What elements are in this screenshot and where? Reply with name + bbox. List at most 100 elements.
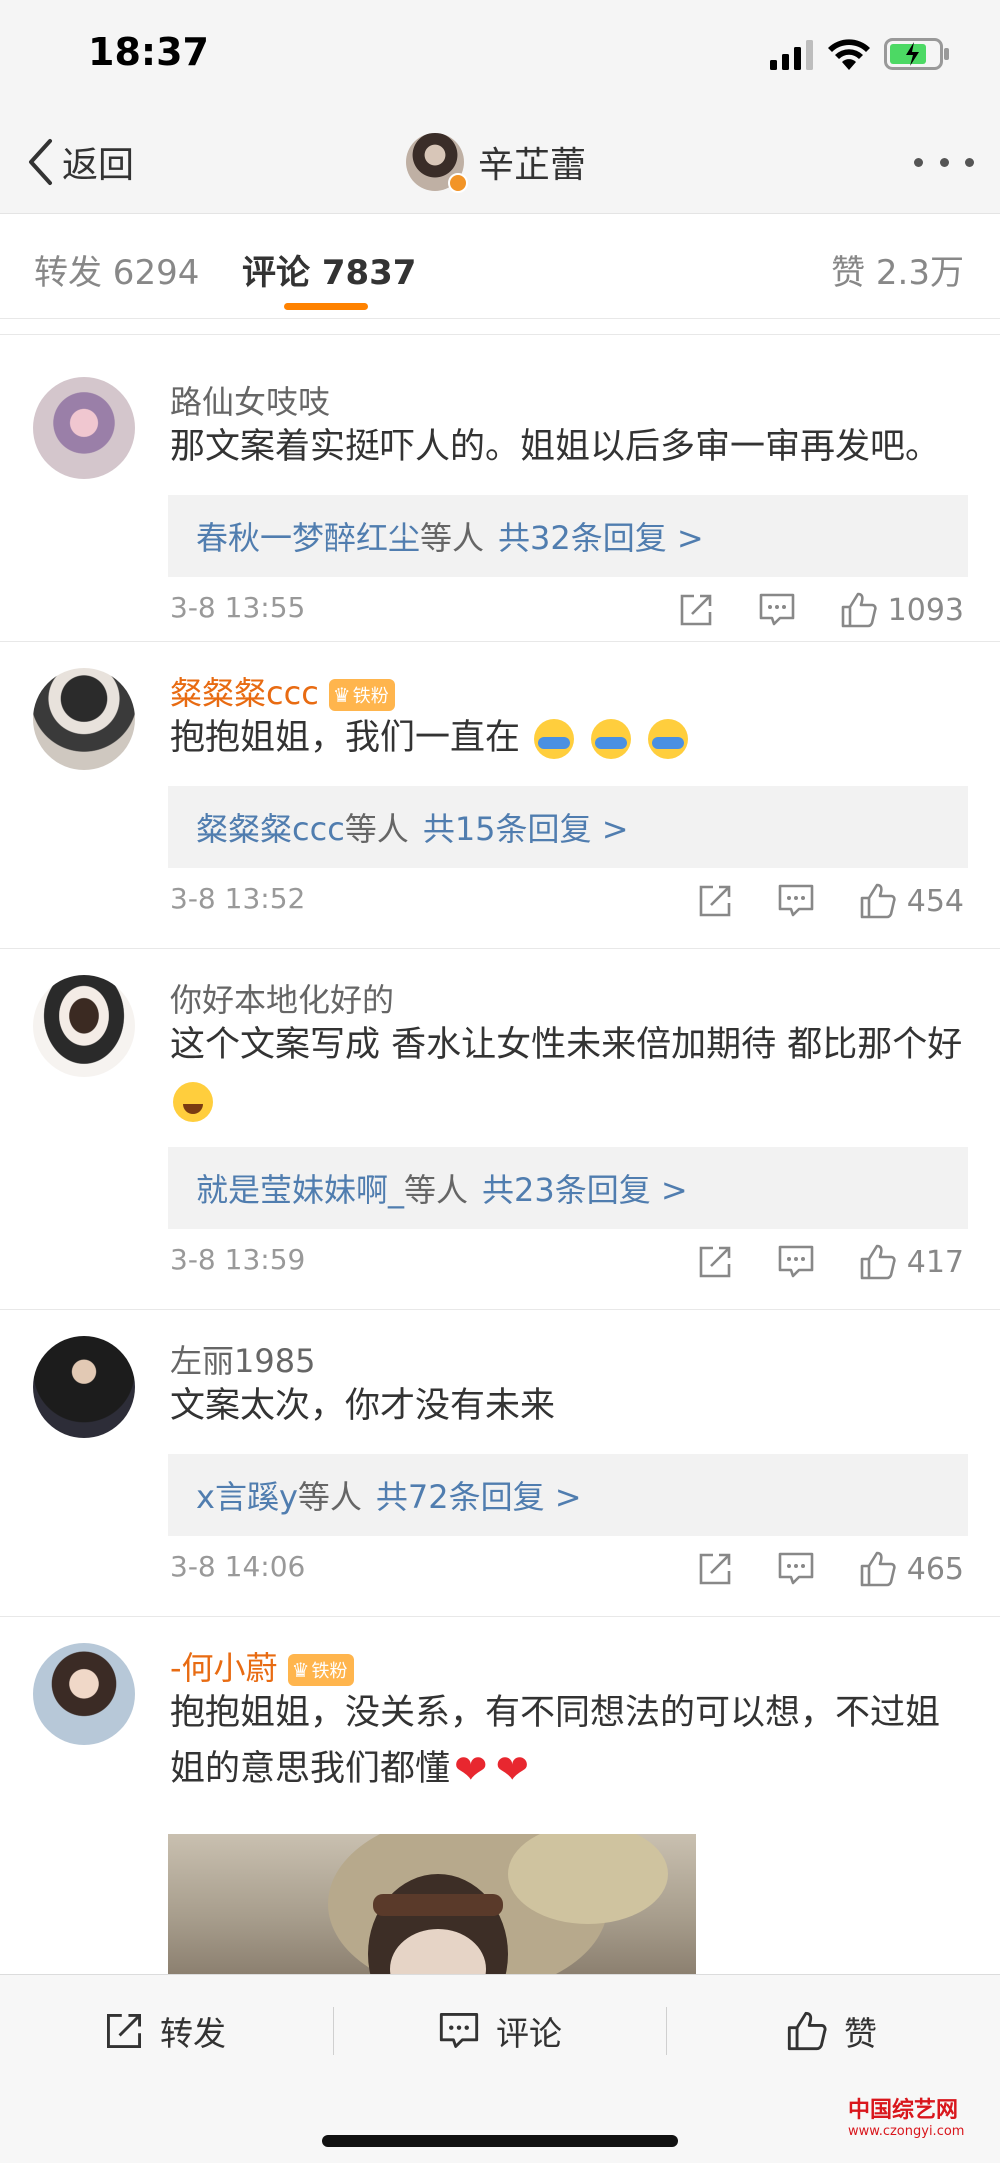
share-icon: [699, 885, 731, 917]
comment-item: 左丽1985 文案太次，你才没有未来 x言蹊y 等人 共72条回复 > 3-8 …: [0, 1310, 1000, 1617]
comment-time: 3-8 13:55: [170, 591, 306, 624]
status-bar: 18:37: [0, 0, 1000, 110]
comment-text: 抱抱姐姐，没关系，有不同想法的可以想，不过姐姐的意思我们都懂 ❤ ❤: [170, 1685, 970, 1798]
reply-suffix: 等人: [404, 1171, 469, 1209]
share-icon: [680, 594, 711, 626]
comment-item: -何小蔚 ♛ 铁粉 抱抱姐姐，没关系，有不同想法的可以想，不过姐姐的意思我们都懂 ❤ ❤: [0, 1617, 1000, 1974]
avatar[interactable]: [33, 668, 135, 770]
comment-icon: [759, 593, 794, 626]
like-button[interactable]: 454: [859, 882, 964, 920]
thumbs-up-icon: [841, 592, 877, 628]
share-button[interactable]: [697, 1244, 733, 1280]
comment-button[interactable]: [758, 592, 796, 628]
comment-time: 3-8 13:52: [170, 882, 306, 915]
comment-button[interactable]: [777, 1551, 815, 1587]
avatar: [406, 133, 468, 193]
repost-label: 转发: [160, 2014, 226, 2053]
reply-user-link[interactable]: 粲粲粲ccc: [196, 804, 345, 850]
crown-icon: ♛: [291, 1658, 310, 1682]
username-text: 粲粲粲ccc: [170, 674, 319, 712]
avatar[interactable]: [33, 1336, 135, 1438]
avatar[interactable]: [33, 377, 135, 479]
like-button[interactable]: 465: [859, 1550, 964, 1588]
comment-actions: 454: [697, 876, 964, 926]
cellular-signal-icon: [770, 40, 813, 70]
like-button[interactable]: 417: [859, 1243, 964, 1281]
avatar[interactable]: [33, 975, 135, 1077]
hug-emoji-icon: [534, 719, 575, 759]
like-button[interactable]: 赞: [786, 2001, 877, 2061]
like-button[interactable]: 1093: [840, 591, 964, 629]
status-time: 18:37: [88, 30, 209, 74]
reply-user-link[interactable]: 就是莹妹妹啊_: [196, 1165, 404, 1211]
comment-username[interactable]: -何小蔚 ♛ 铁粉: [170, 1643, 354, 1689]
share-icon: [107, 2014, 141, 2048]
comment-text: 这个文案写成 香水让女性未来倍加期待 都比那个好: [170, 1017, 970, 1129]
fan-badge: ♛ 铁粉: [328, 679, 395, 711]
comment-icon: [439, 2012, 479, 2048]
tab-likes[interactable]: 赞 2.3万: [831, 245, 964, 294]
comment-username[interactable]: 路仙女吱吱: [170, 377, 330, 423]
comment-image[interactable]: [168, 1834, 696, 1974]
more-options-button[interactable]: [914, 154, 974, 170]
reply-count-link[interactable]: 共23条回复 >: [482, 1165, 688, 1211]
tab-bar: 转发 6294 评论 7837 赞 2.3万: [0, 215, 1000, 319]
comment-username[interactable]: 左丽1985: [170, 1336, 315, 1382]
comment-time: 3-8 13:59: [170, 1243, 306, 1276]
avatar[interactable]: [33, 1643, 135, 1745]
repost-button[interactable]: 转发: [104, 2001, 226, 2061]
comment-button[interactable]: [777, 1244, 815, 1280]
share-button[interactable]: [697, 883, 733, 919]
comment-label: 评论: [496, 2014, 562, 2053]
site-watermark: 中国综艺网 www.czongyi.com: [848, 2092, 996, 2158]
back-button[interactable]: 返回: [26, 132, 134, 192]
share-button[interactable]: [697, 1551, 733, 1587]
laughing-emoji-icon: [173, 1082, 213, 1122]
reply-suffix: 等人: [344, 810, 409, 848]
photo-content: [328, 1834, 668, 1974]
comment-button[interactable]: [777, 883, 815, 919]
comment-time: 3-8 14:06: [170, 1550, 306, 1583]
share-button[interactable]: [678, 592, 714, 628]
comment-username[interactable]: 粲粲粲ccc ♛ 铁粉: [170, 668, 395, 714]
share-icon: [699, 1553, 731, 1585]
tab-repost[interactable]: 转发 6294: [34, 245, 199, 294]
thumbs-up-icon: [860, 883, 896, 919]
divider: [666, 2007, 667, 2055]
hug-emoji-icon: [648, 719, 689, 759]
reply-summary[interactable]: 粲粲粲ccc 等人 共15条回复 >: [168, 786, 968, 868]
comment-actions: 465: [697, 1544, 964, 1594]
reply-count-link[interactable]: 共15条回复 >: [423, 804, 629, 850]
comment-item: 你好本地化好的 这个文案写成 香水让女性未来倍加期待 都比那个好 就是莹妹妹啊_…: [0, 949, 1000, 1310]
reply-summary[interactable]: x言蹊y 等人 共72条回复 >: [168, 1454, 968, 1536]
watermark-url: www.czongyi.com: [848, 2124, 965, 2139]
reply-suffix: 等人: [297, 1478, 362, 1516]
reply-user-link[interactable]: 春秋一梦醉红尘: [196, 513, 420, 559]
comment-username[interactable]: 你好本地化好的: [170, 975, 394, 1021]
comment-icon: [778, 884, 814, 917]
home-indicator[interactable]: [322, 2135, 678, 2147]
like-count: 454: [906, 883, 964, 919]
comment-button[interactable]: 评论: [438, 2001, 562, 2061]
comment-icon: [778, 1245, 814, 1278]
reply-user-link[interactable]: x言蹊y: [196, 1472, 298, 1518]
reply-count-link[interactable]: 共72条回复 >: [376, 1472, 582, 1518]
share-icon: [699, 1246, 731, 1278]
dot-icon: [914, 157, 923, 167]
tab-comments[interactable]: 评论 7837: [242, 245, 416, 294]
comment-actions: 1093: [678, 585, 964, 635]
comment-text-body: 抱抱姐姐，没关系，有不同想法的可以想，不过姐姐的意思我们都懂: [170, 1693, 941, 1789]
comment-actions: 417: [697, 1237, 964, 1287]
back-label: 返回: [62, 145, 135, 186]
nav-profile[interactable]: 辛芷蕾: [406, 130, 586, 194]
comment-item-partial: [0, 320, 1000, 335]
active-tab-indicator: [284, 303, 368, 310]
reply-count-link[interactable]: 共32条回复 >: [498, 513, 704, 559]
reply-suffix: 等人: [420, 519, 485, 557]
verified-badge-icon: [448, 173, 468, 193]
reply-summary[interactable]: 春秋一梦醉红尘 等人 共32条回复 >: [168, 495, 968, 577]
reply-summary[interactable]: 就是莹妹妹啊_ 等人 共23条回复 >: [168, 1147, 968, 1229]
comment-text-body: 抱抱姐姐，我们一直在: [170, 718, 521, 758]
like-count: 465: [906, 1551, 964, 1587]
wifi-icon: [828, 39, 870, 70]
